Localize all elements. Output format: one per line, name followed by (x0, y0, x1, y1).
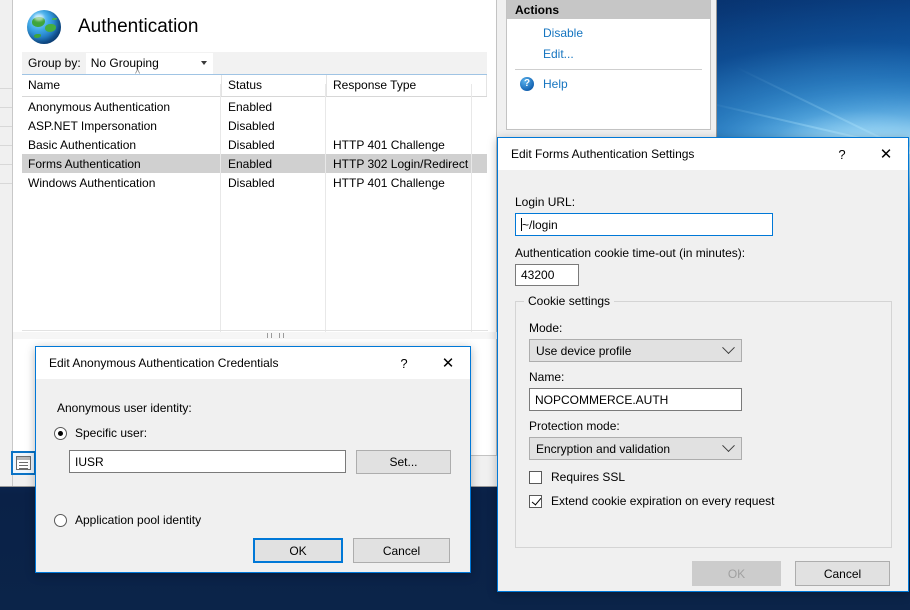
table-row[interactable]: Basic Authentication Disabled HTTP 401 C… (22, 135, 487, 154)
cell-name: Windows Authentication (22, 176, 222, 190)
column-header-status[interactable]: Status (222, 75, 327, 96)
cell-name: Forms Authentication (22, 157, 222, 171)
list-grid-line-1 (220, 84, 221, 332)
specific-user-input[interactable]: IUSR (69, 450, 346, 473)
table-row[interactable]: Anonymous Authentication Enabled (22, 97, 487, 116)
cookie-settings-label: Cookie settings (524, 294, 614, 308)
cell-status: Enabled (222, 100, 327, 114)
chevron-down-icon (201, 61, 207, 65)
edit-anonymous-credentials-dialog: Edit Anonymous Authentication Credential… (35, 346, 471, 573)
cookie-name-value: NOPCOMMERCE.AUTH (535, 393, 668, 407)
list-header-row: Name Status Response Type ^ (22, 75, 487, 97)
group-by-select[interactable]: No Grouping (86, 53, 213, 74)
help-circle-icon: ? (520, 77, 534, 91)
dialog-title-bar[interactable]: Edit Anonymous Authentication Credential… (36, 347, 470, 380)
timeout-value: 43200 (521, 268, 554, 282)
cell-name: Basic Authentication (22, 138, 222, 152)
timeout-input[interactable]: 43200 (515, 264, 579, 286)
group-by-value: No Grouping (91, 56, 159, 70)
dialog-body: Anonymous user identity: Specific user: … (36, 380, 470, 574)
help-button[interactable]: ? (820, 139, 864, 170)
login-url-value: ~/login (522, 218, 558, 232)
actions-pane-header: Actions (507, 0, 710, 19)
actions-pane: Actions Disable Edit... ? Help (506, 0, 711, 130)
features-view-button[interactable] (11, 451, 36, 475)
cell-response: HTTP 401 Challenge (327, 138, 487, 152)
protection-mode-select[interactable]: Encryption and validation (529, 437, 742, 460)
mode-label: Mode: (529, 321, 562, 335)
cancel-button[interactable]: Cancel (353, 538, 450, 563)
action-disable[interactable]: Disable (507, 26, 710, 40)
edit-forms-authentication-dialog: Edit Forms Authentication Settings ? ✕ L… (497, 137, 909, 592)
actions-separator (515, 69, 702, 70)
dialog-title-bar[interactable]: Edit Forms Authentication Settings ? ✕ (498, 138, 908, 171)
app-pool-identity-radio[interactable] (54, 514, 67, 527)
requires-ssl-checkbox-row[interactable]: Requires SSL (529, 470, 625, 484)
cell-response: HTTP 401 Challenge (327, 176, 487, 190)
requires-ssl-checkbox[interactable] (529, 471, 542, 484)
mode-value: Use device profile (536, 344, 631, 358)
group-by-toolbar: Group by: No Grouping (22, 52, 487, 75)
globe-icon (27, 10, 61, 44)
cell-name: ASP.NET Impersonation (22, 119, 222, 133)
action-help-label: Help (543, 77, 568, 91)
list-grid-line-3 (471, 84, 472, 332)
authentication-list[interactable]: Name Status Response Type ^ Anonymous Au… (22, 75, 487, 192)
dialog-body: Login URL: ~/login Authentication cookie… (498, 171, 908, 593)
group-by-label: Group by: (22, 56, 86, 70)
column-header-response[interactable]: Response Type (327, 75, 487, 96)
dialog-title: Edit Anonymous Authentication Credential… (36, 356, 382, 370)
table-row[interactable]: Windows Authentication Disabled HTTP 401… (22, 173, 487, 192)
ok-button[interactable]: OK (692, 561, 781, 586)
help-button[interactable]: ? (382, 348, 426, 379)
close-icon[interactable]: ✕ (426, 348, 470, 379)
specific-user-radio[interactable] (54, 427, 67, 440)
cell-status: Disabled (222, 176, 327, 190)
chevron-down-icon (722, 341, 735, 354)
extend-cookie-checkbox-row[interactable]: Extend cookie expiration on every reques… (529, 494, 774, 508)
cell-status: Disabled (222, 119, 327, 133)
cell-status: Enabled (222, 157, 327, 171)
cancel-button[interactable]: Cancel (795, 561, 890, 586)
anonymous-identity-label: Anonymous user identity: (57, 401, 192, 415)
page-title: Authentication (78, 16, 198, 38)
action-help[interactable]: ? Help (507, 77, 710, 91)
table-row[interactable]: ASP.NET Impersonation Disabled (22, 116, 487, 135)
set-button[interactable]: Set... (356, 450, 451, 474)
features-view-icon (16, 456, 31, 470)
dialog-title: Edit Forms Authentication Settings (498, 147, 820, 161)
close-icon[interactable]: ✕ (864, 139, 908, 170)
sort-ascending-icon: ^ (135, 70, 140, 78)
cookie-name-label: Name: (529, 370, 564, 384)
login-url-input[interactable]: ~/login (515, 213, 773, 236)
ok-button[interactable]: OK (253, 538, 343, 563)
cell-name: Anonymous Authentication (22, 100, 222, 114)
protection-mode-label: Protection mode: (529, 419, 620, 433)
app-pool-identity-radio-row[interactable]: Application pool identity (54, 513, 201, 527)
column-header-name[interactable]: Name (22, 75, 222, 96)
list-grid-line-2 (325, 84, 326, 332)
requires-ssl-label: Requires SSL (551, 470, 625, 484)
cookie-name-input[interactable]: NOPCOMMERCE.AUTH (529, 388, 742, 411)
cell-response: HTTP 302 Login/Redirect (327, 157, 487, 171)
page-header: Authentication (13, 0, 496, 50)
table-row-selected[interactable]: Forms Authentication Enabled HTTP 302 Lo… (22, 154, 487, 173)
timeout-label: Authentication cookie time-out (in minut… (515, 246, 745, 260)
connections-tree-strip[interactable] (0, 0, 13, 486)
cell-status: Disabled (222, 138, 327, 152)
list-bottom-rule (22, 330, 488, 331)
chevron-down-icon (722, 439, 735, 452)
action-edit[interactable]: Edit... (507, 47, 710, 61)
app-pool-identity-label: Application pool identity (75, 513, 201, 527)
pane-splitter[interactable] (13, 332, 497, 339)
extend-cookie-label: Extend cookie expiration on every reques… (551, 494, 774, 508)
specific-user-value: IUSR (75, 455, 104, 469)
specific-user-label: Specific user: (75, 426, 147, 440)
mode-select[interactable]: Use device profile (529, 339, 742, 362)
login-url-label: Login URL: (515, 195, 575, 209)
specific-user-radio-row[interactable]: Specific user: (54, 426, 147, 440)
extend-cookie-checkbox[interactable] (529, 495, 542, 508)
protection-mode-value: Encryption and validation (536, 442, 670, 456)
